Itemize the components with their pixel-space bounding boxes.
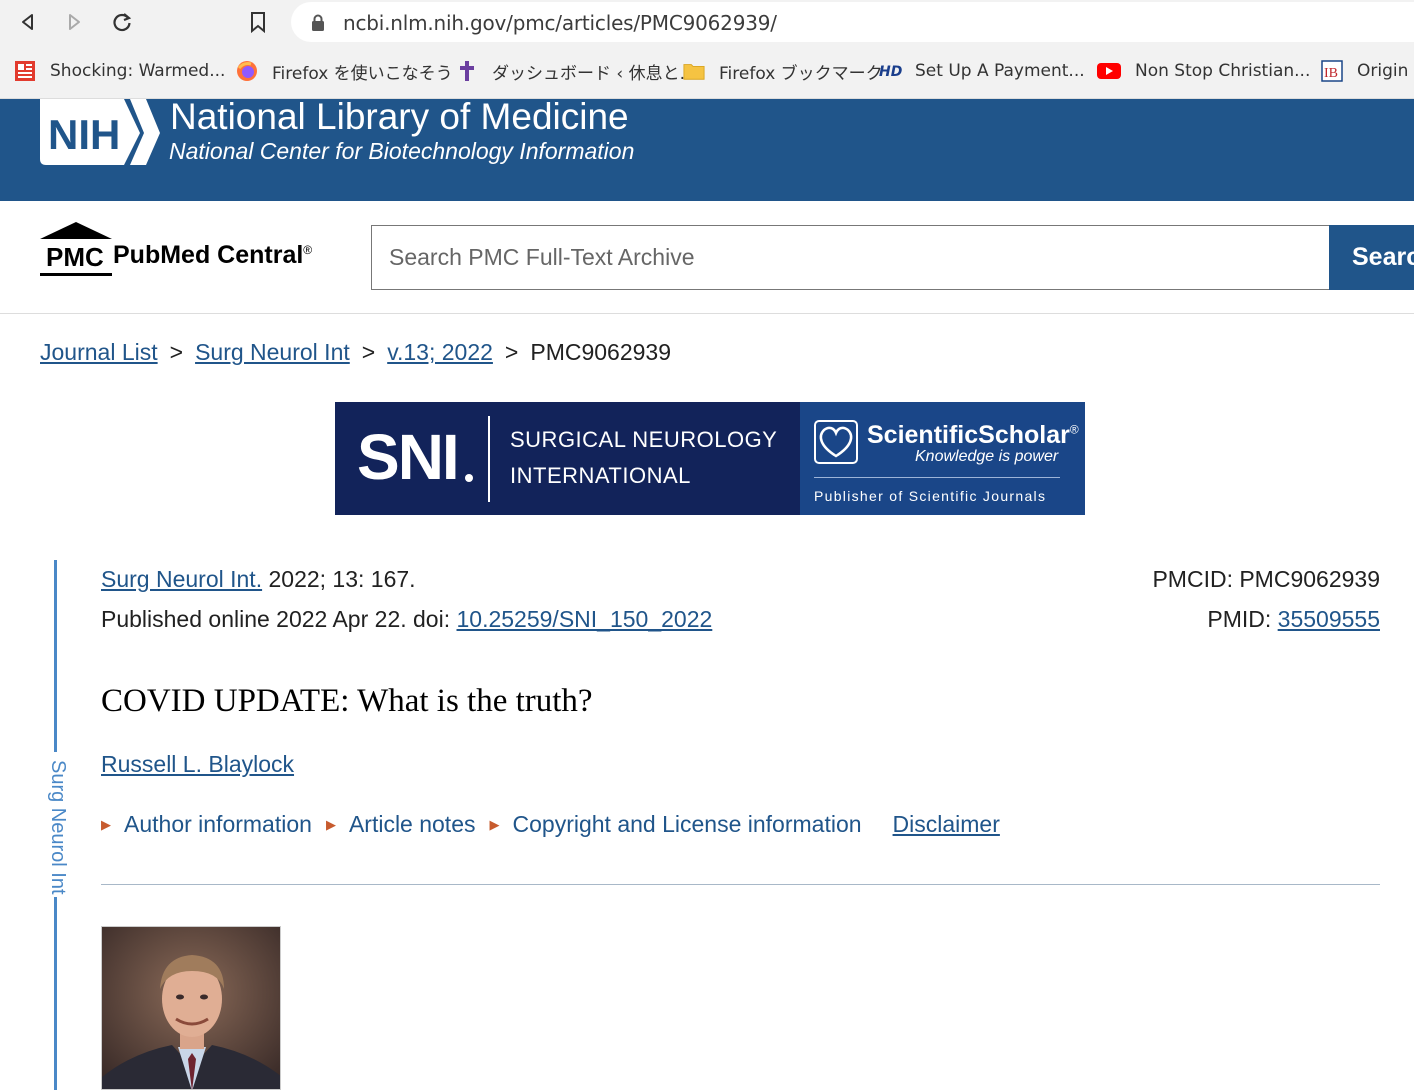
firefox-icon [236,60,258,82]
publisher-desc: Publisher of Scientific Journals [814,488,1047,504]
publisher-tagline: Knowledge is power [915,448,1059,465]
journal-name-line2: INTERNATIONAL [510,463,691,488]
browser-toolbar: ncbi.nlm.nih.gov/pmc/articles/PMC9062939… [0,0,1414,44]
published-line: Published online 2022 Apr 22. doi: 10.25… [101,606,713,632]
bookmark-item[interactable]: Shocking: Warmed... [14,58,225,84]
author-information-toggle[interactable]: Author information [124,811,312,838]
banner-divider [488,416,490,502]
article-title: COVID UPDATE: What is the truth? [101,683,593,719]
triangle-right-icon: ▶ [489,816,500,832]
doi-link[interactable]: 10.25259/SNI_150_2022 [457,606,713,632]
youtube-icon [1097,60,1121,82]
bookmark-item[interactable]: Firefox ブックマーク [683,58,883,84]
bookmark-item[interactable]: HD Set Up A Payment... [879,58,1085,84]
triangle-right-icon: ▶ [101,816,111,832]
nlm-title[interactable]: National Library of Medicine [170,96,629,138]
search-button[interactable]: Search [1329,225,1414,290]
bookmark-item[interactable]: Firefox を使いこなそう [236,58,453,84]
sni-logo: SNI [357,421,460,493]
citation-line: Surg Neurol Int. 2022; 13: 167. [101,566,416,592]
author-link[interactable]: Russell L. Blaylock [101,751,294,778]
triangle-right-icon: ▶ [325,816,336,832]
hd-icon: HD [879,60,905,82]
bookmarks-bar: Shocking: Warmed... Firefox を使いこなそう ダッシュ… [0,44,1414,99]
article-notes-toggle[interactable]: Article notes [349,811,476,838]
bookmark-icon[interactable] [244,8,272,36]
author-photo [101,926,281,1090]
search-input[interactable] [371,225,1331,290]
side-journal-label[interactable]: Surg Neurol Int [39,760,69,895]
pmc-name[interactable]: PubMed Central® [113,241,312,270]
disclaimer-link[interactable]: Disclaimer [893,811,1000,838]
ncbi-subtitle: National Center for Biotechnology Inform… [169,138,635,164]
url-text: ncbi.nlm.nih.gov/pmc/articles/PMC9062939… [343,11,777,35]
side-bar-top [54,560,57,752]
journal-link[interactable]: Surg Neurol Int. [101,566,262,592]
bookmark-item[interactable]: Non Stop Christian... [1097,58,1310,84]
breadcrumb-journal-list[interactable]: Journal List [40,339,158,366]
cross-icon [456,60,478,82]
forward-icon[interactable] [60,8,88,36]
nih-logo[interactable]: NIH [40,99,160,172]
breadcrumb-current: PMC9062939 [530,339,672,365]
breadcrumb-volume[interactable]: v.13; 2022 [387,339,493,366]
heart-logo-icon [814,420,858,469]
back-icon[interactable] [14,8,42,36]
ib-icon: IB [1321,60,1343,82]
side-bar-bottom [54,897,57,1090]
journal-name-line1: SURGICAL NEUROLOGY [510,427,778,452]
reload-icon[interactable] [108,8,136,36]
publisher-divider [814,477,1060,478]
address-bar[interactable]: ncbi.nlm.nih.gov/pmc/articles/PMC9062939… [291,2,1414,42]
news-icon [14,60,36,82]
sni-dot [465,474,473,482]
publisher-panel: ScientificScholar® Knowledge is power Pu… [800,402,1085,515]
breadcrumb: Journal List > Surg Neurol Int > v.13; 2… [40,339,672,366]
pmcid: PMCID: PMC9062939 [1152,566,1380,592]
breadcrumb-journal[interactable]: Surg Neurol Int [195,339,350,366]
svg-text:PMC: PMC [46,242,104,272]
copyright-toggle[interactable]: Copyright and License information [513,811,862,838]
nih-header: NIH National Library of Medicine Nationa… [0,96,1414,201]
pmid-link[interactable]: 35509555 [1278,606,1380,632]
divider [101,884,1380,885]
lock-icon [311,14,325,37]
publisher-name: ScientificScholar® [867,421,1079,449]
journal-banner[interactable]: SNI SURGICAL NEUROLOGY INTERNATIONAL Sci… [335,402,1085,515]
folder-icon [683,60,705,82]
svg-text:NIH: NIH [48,111,120,158]
pmc-logo[interactable]: PMC [40,221,112,282]
svg-text:HD: HD [879,64,902,79]
svg-text:IB: IB [1324,66,1338,81]
pmc-search-row: PMC PubMed Central® Search [0,201,1414,314]
pmid: PMID: 35509555 [1207,606,1380,632]
bookmark-item[interactable]: ダッシュボード ‹ 休息と... [456,58,696,84]
bookmark-item[interactable]: IB Origin c [1321,58,1414,84]
article-info-links: ▶ Author information ▶ Article notes ▶ C… [101,811,1000,838]
